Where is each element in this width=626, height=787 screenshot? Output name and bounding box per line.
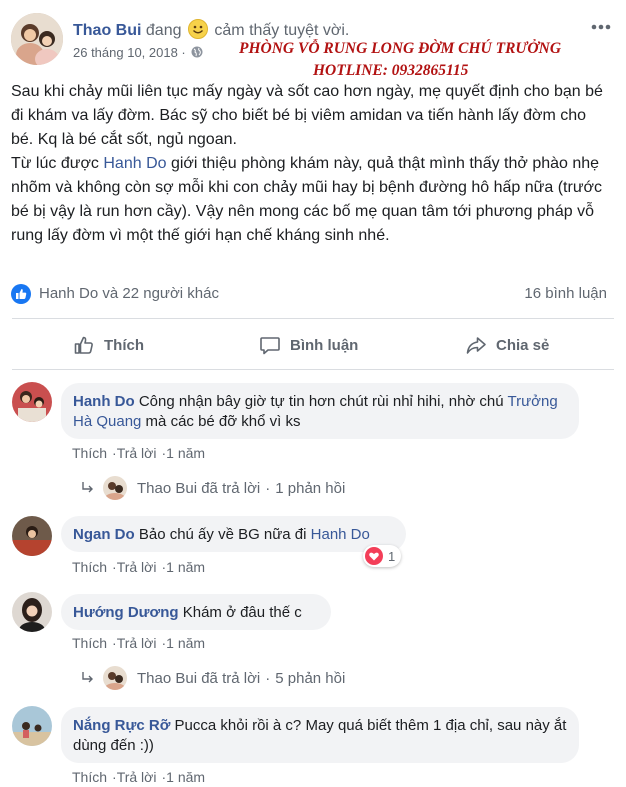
smiley-icon xyxy=(187,19,208,39)
comment-author[interactable]: Nắng Rực Rỡ xyxy=(73,717,170,734)
post-p2-start: Từ lúc được xyxy=(11,155,104,172)
comment-count[interactable]: 16 bình luận xyxy=(524,285,607,302)
post-paragraph-1: Sau khi chảy mũi liên tục mấy ngày và số… xyxy=(11,83,603,148)
reply-label: đã trả lời xyxy=(201,669,261,687)
author-name[interactable]: Thao Bui xyxy=(73,22,141,39)
comment-icon xyxy=(260,337,280,355)
comment-time[interactable]: 1 năm xyxy=(166,769,205,785)
facebook-post: Thao Bui đang cảm thấy tuyệt vời. 26 thá… xyxy=(0,0,626,787)
post-paragraph-2: Từ lúc được Hanh Do giới thiệu phòng khá… xyxy=(11,152,611,248)
author-avatar[interactable] xyxy=(11,13,63,65)
comment-reply-link[interactable]: Trả lời xyxy=(117,559,157,575)
comment-avatar[interactable] xyxy=(12,382,52,422)
comment-author[interactable]: Hướng Dương xyxy=(73,604,179,621)
share-button[interactable]: Chia sẻ xyxy=(465,326,549,364)
comment-text: Bảo chú ấy về BG nữa đi xyxy=(138,526,311,543)
comment-author[interactable]: Ngan Do xyxy=(73,526,135,543)
post-date[interactable]: 26 tháng 10, 2018 · xyxy=(73,45,203,60)
post-date-text[interactable]: 26 tháng 10, 2018 · xyxy=(73,45,186,60)
mention-link[interactable]: Hanh Do xyxy=(311,526,370,543)
comment-meta: Thích ·Trả lời ·1 năm xyxy=(72,635,205,651)
comment-time[interactable]: 1 năm xyxy=(166,559,205,575)
comment-meta: Thích ·Trả lời ·1 năm xyxy=(72,769,205,785)
comment-avatar[interactable] xyxy=(12,706,52,746)
comment-author[interactable]: Hanh Do xyxy=(73,393,135,410)
comment-avatar[interactable] xyxy=(12,592,52,632)
comment-text: Khám ở đâu thế c xyxy=(182,604,302,621)
comment-reply-link[interactable]: Trả lời xyxy=(117,445,157,461)
comment-text: Công nhận bây giờ tự tin hơn chút rùi nh… xyxy=(138,393,508,410)
feeling-text: cảm thấy tuyệt vời. xyxy=(214,22,350,39)
comment-bubble: Hanh Do Công nhận bây giờ tự tin hơn chú… xyxy=(61,383,579,439)
comment-bubble: Nắng Rực Rỡ Pucca khỏi rồi à c? May quá … xyxy=(61,707,579,763)
comment-time[interactable]: 1 năm xyxy=(166,445,205,461)
comment-like-link[interactable]: Thích xyxy=(72,559,107,575)
share-icon xyxy=(466,337,486,354)
comment-meta: Thích ·Trả lời ·1 năm xyxy=(72,559,205,575)
reply-arrow-icon xyxy=(82,672,93,683)
comment-like-link[interactable]: Thích xyxy=(72,769,107,785)
comment-bubble: Ngan Do Bảo chú ấy về BG nữa đi Hanh Do xyxy=(61,516,406,552)
more-icon[interactable] xyxy=(587,18,615,36)
reply-avatar xyxy=(103,476,127,500)
separator-dot: · xyxy=(265,669,271,687)
reactors-summary[interactable]: Hanh Do và 22 người khác xyxy=(39,285,219,302)
reply-arrow-icon xyxy=(82,482,93,493)
like-button-label: Thích xyxy=(104,336,144,354)
reply-label: đã trả lời xyxy=(201,479,261,497)
comment-button[interactable]: Bình luận xyxy=(259,326,358,364)
comment-button-label: Bình luận xyxy=(290,336,359,354)
reaction-count: 1 xyxy=(388,548,396,564)
comment-bubble: Hướng Dương Khám ở đâu thế c xyxy=(61,594,331,630)
reply-author: Thao Bui xyxy=(137,479,198,497)
feeling-prefix: đang xyxy=(145,22,182,39)
comment-reply-link[interactable]: Trả lời xyxy=(117,769,157,785)
comment-avatar[interactable] xyxy=(12,516,52,556)
comment-time[interactable]: 1 năm xyxy=(166,635,205,651)
reply-avatar xyxy=(103,666,127,690)
view-replies-link[interactable]: Thao Bui đã trả lời · 5 phản hồi xyxy=(81,666,345,690)
reply-author: Thao Bui xyxy=(137,669,198,687)
like-button[interactable]: Thích xyxy=(73,326,144,364)
reply-count: 5 phản hồi xyxy=(275,669,346,687)
mention-link[interactable]: Hanh Do xyxy=(103,155,166,172)
divider-bottom xyxy=(12,369,614,370)
comment-like-link[interactable]: Thích xyxy=(72,445,107,461)
like-badge-icon[interactable] xyxy=(11,284,31,304)
comment-text-end: mà các bé đỡ khổ vì ks xyxy=(141,413,301,430)
comment-reaction[interactable]: 1 xyxy=(363,545,402,567)
reply-count: 1 phản hồi xyxy=(275,479,346,497)
watermark-hotline: HOTLINE: 0932865115 xyxy=(313,62,469,79)
globe-icon xyxy=(191,46,203,58)
watermark-clinic-name: PHÒNG VỖ RUNG LONG ĐỜM CHÚ TRƯỞNG xyxy=(239,40,562,57)
share-button-label: Chia sẻ xyxy=(496,336,550,354)
comment-like-link[interactable]: Thích xyxy=(72,635,107,651)
author-line: Thao Bui đang cảm thấy tuyệt vời. xyxy=(73,19,349,40)
divider-top xyxy=(12,318,614,319)
comment-meta: Thích ·Trả lời ·1 năm xyxy=(72,445,205,461)
comment-reply-link[interactable]: Trả lời xyxy=(117,635,157,651)
separator-dot: · xyxy=(265,479,271,497)
post-body: Sau khi chảy mũi liên tục mấy ngày và số… xyxy=(11,80,611,248)
thumbs-up-icon xyxy=(74,336,93,354)
heart-icon xyxy=(365,547,383,565)
view-replies-link[interactable]: Thao Bui đã trả lời · 1 phản hồi xyxy=(81,476,345,500)
